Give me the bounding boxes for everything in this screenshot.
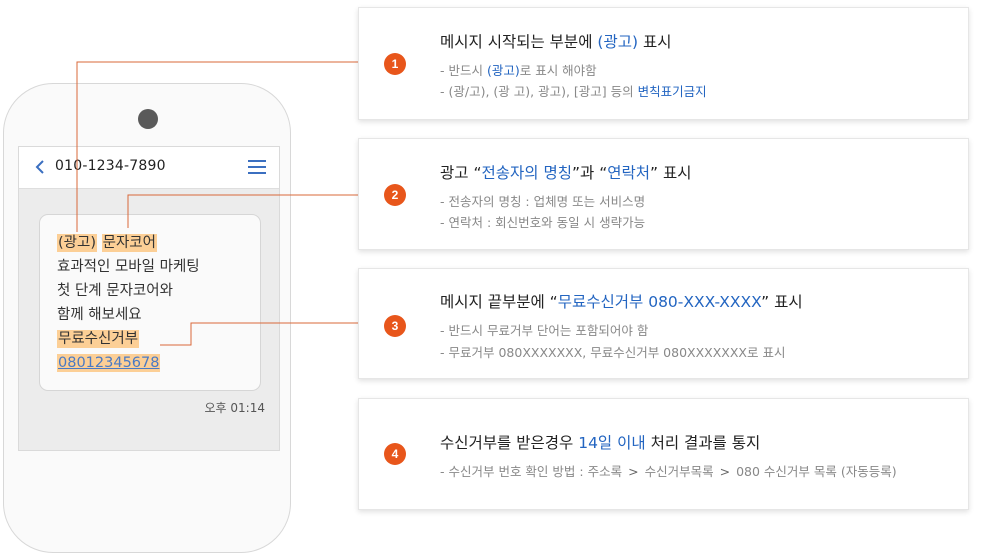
phone-screen: 010-1234-7890 (광고) 문자코어 효과적인 모바일 마케팅 첫 단… (18, 146, 280, 451)
message-line-1: (광고) 문자코어 (57, 233, 157, 253)
step-badge-1: 1 (384, 53, 406, 75)
card-2-title: 광고 “전송자의 명칭”과 “연락처” 표시 (440, 164, 692, 182)
card-1-line-2: - (광/고), (광 고), 광고), [광고] 등의 변칙표기금지 (440, 84, 707, 99)
card-3-title: 메시지 끝부분에 “무료수신거부 080-XXX-XXXX” 표시 (440, 293, 803, 311)
card-2-line-2: - 연락처 : 회신번호와 동일 시 생략가능 (440, 215, 646, 230)
phone-mockup: 010-1234-7890 (광고) 문자코어 효과적인 모바일 마케팅 첫 단… (3, 83, 291, 553)
guideline-card-1: 1 메시지 시작되는 부분에 (광고) 표시 - 반드시 (광고)로 표시 해야… (358, 7, 969, 120)
optout-label-highlight: 무료수신거부 (57, 330, 140, 348)
card-3-line-2: - 무료거부 080XXXXXXX, 무료수신거부 080XXXXXXX로 표시 (440, 345, 786, 360)
menu-icon[interactable] (247, 159, 267, 175)
card-4-line-1: - 수신거부 번호 확인 방법 : 주소록 > 수신거부목록 >080 수신거부 목록… (440, 464, 897, 479)
step-badge-4: 4 (384, 443, 406, 465)
card-1-line-1: - 반드시 (광고)로 표시 해야함 (440, 63, 597, 78)
message-header: 010-1234-7890 (19, 147, 279, 189)
card-2-line-1: - 전송자의 명칭 : 업체명 또는 서비스명 (440, 194, 646, 209)
optout-label-line: 무료수신거부 (57, 329, 140, 349)
message-bubble: (광고) 문자코어 효과적인 모바일 마케팅 첫 단계 문자코어와 함께 해보세… (39, 214, 261, 391)
contact-number: 010-1234-7890 (55, 158, 166, 174)
message-time: 오후 01:14 (204, 401, 265, 415)
message-line-3: 첫 단계 문자코어와 (57, 283, 173, 299)
message-line-4: 함께 해보세요 (57, 307, 142, 323)
step-badge-3: 3 (384, 315, 406, 337)
message-line-2: 효과적인 모바일 마케팅 (57, 259, 200, 275)
optout-number-link[interactable]: 08012345678 (57, 354, 161, 372)
chevron-right-icon: > (628, 464, 639, 479)
sender-name-highlight: 문자코어 (101, 234, 157, 252)
card-3-line-1: - 반드시 무료거부 단어는 포함되어야 함 (440, 323, 649, 338)
card-4-title: 수신거부를 받은경우 14일 이내 처리 결과를 통지 (440, 434, 761, 452)
guideline-card-3: 3 메시지 끝부분에 “무료수신거부 080-XXX-XXXX” 표시 - 반드… (358, 268, 969, 379)
optout-number-line: 08012345678 (57, 353, 161, 373)
chevron-right-icon: > (719, 464, 731, 479)
step-badge-2: 2 (384, 184, 406, 206)
camera-dot (138, 109, 158, 129)
guideline-card-4: 4 수신거부를 받은경우 14일 이내 처리 결과를 통지 - 수신거부 번호 … (358, 398, 969, 510)
ad-tag-highlight: (광고) (57, 234, 97, 252)
back-arrow-icon[interactable] (33, 159, 47, 175)
card-1-title: 메시지 시작되는 부분에 (광고) 표시 (440, 33, 672, 51)
guideline-card-2: 2 광고 “전송자의 명칭”과 “연락처” 표시 - 전송자의 명칭 : 업체명… (358, 138, 969, 250)
